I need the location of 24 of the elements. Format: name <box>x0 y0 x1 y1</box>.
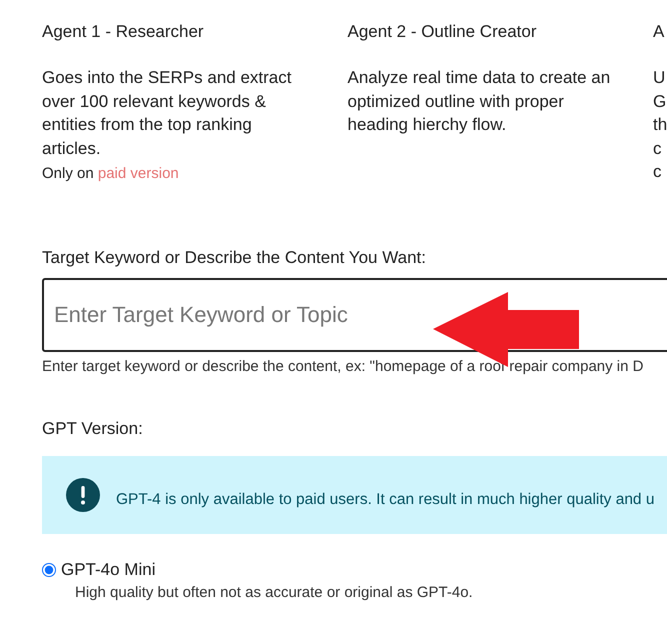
option-label: GPT-4o Mini <box>61 560 156 580</box>
radio-button[interactable] <box>42 562 56 576</box>
agent-description-line: heading hierchy flow. <box>348 114 508 136</box>
agent-title: Agent 1 - Researcher <box>42 21 205 43</box>
option-description: High quality but often not as accurate or original as GPT-4o. <box>75 584 474 600</box>
agent-description-line: Analyze real time data to create an <box>348 67 612 89</box>
exclamation-icon <box>66 478 100 512</box>
agent-description-line: optimized outline with proper <box>348 90 565 112</box>
field-label: Target Keyword or Describe the Content You Want: <box>42 246 427 268</box>
agent-description-line: G <box>653 90 667 112</box>
agent-description-line: Goes into the SERPs and extract <box>42 67 292 89</box>
alert-text: GPT-4 is only available to paid users. It can result in much higher quality and u <box>116 490 654 508</box>
agent-description-line: c <box>653 138 662 160</box>
agent-title: Agent 2 - Outline Creator <box>348 21 538 43</box>
agent-description-line: entities from the top ranking <box>42 114 253 136</box>
agent-description-line: c <box>653 161 662 183</box>
agent-description-line: U <box>653 67 666 89</box>
paid-version-link[interactable]: paid version <box>98 165 179 182</box>
agent-description-line: th <box>653 114 667 136</box>
agent-description-line: articles. <box>42 138 102 160</box>
section-label: GPT Version: <box>42 418 144 438</box>
availability-note: Only on paid version <box>42 165 180 182</box>
agent-description-line: over 100 relevant keywords & <box>42 90 267 112</box>
agent-title: A <box>653 21 666 43</box>
